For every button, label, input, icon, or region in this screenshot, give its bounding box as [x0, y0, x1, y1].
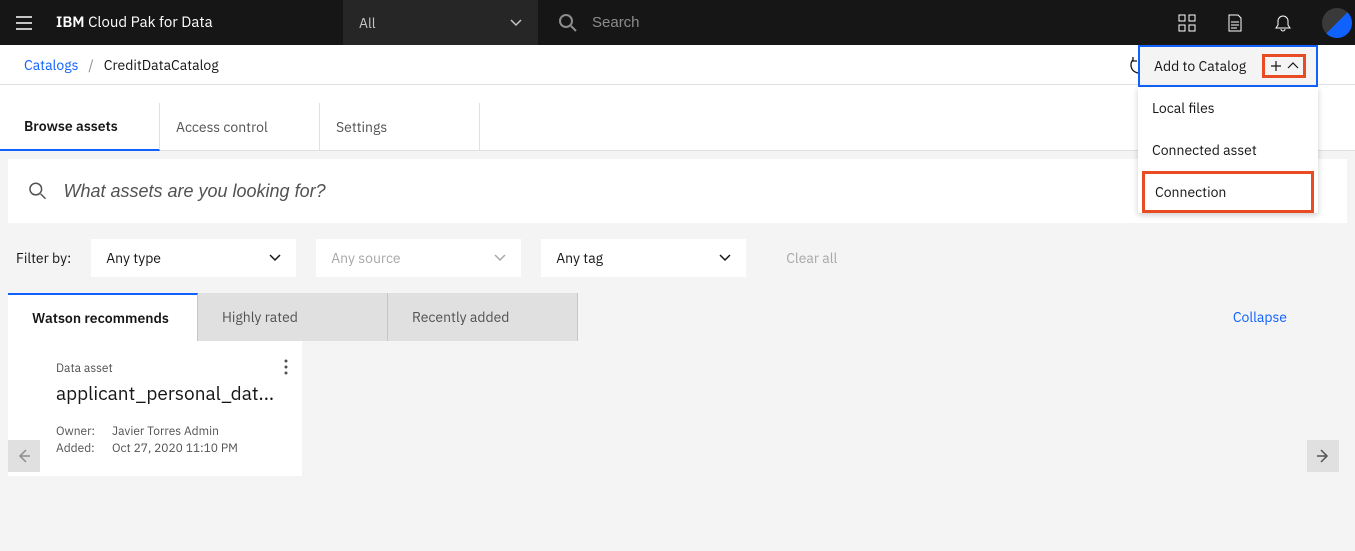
scope-dropdown[interactable]: All — [343, 0, 538, 45]
tab-recently-added[interactable]: Recently added — [388, 293, 578, 341]
chevron-up-icon — [1287, 62, 1299, 70]
search-icon — [28, 181, 47, 201]
add-to-catalog-menu: Local files Connected asset Connection — [1138, 87, 1318, 213]
menu-item-connected-asset[interactable]: Connected asset — [1138, 129, 1318, 171]
chevron-down-icon — [494, 254, 506, 262]
asset-meta: Owner: Javier Torres Admin Added: Oct 27… — [56, 424, 282, 456]
menu-item-connection[interactable]: Connection — [1142, 171, 1314, 213]
add-to-catalog-icons — [1262, 54, 1306, 78]
breadcrumb: Catalogs / CreditDataCatalog — [24, 56, 219, 74]
tab-settings[interactable]: Settings — [320, 103, 480, 150]
breadcrumb-current: CreditDataCatalog — [104, 56, 219, 74]
apps-button[interactable] — [1163, 0, 1211, 45]
tab-access-control[interactable]: Access control — [160, 103, 320, 150]
filter-by-label: Filter by: — [16, 249, 71, 267]
asset-card-menu[interactable] — [284, 359, 288, 375]
tab-watson-recommends[interactable]: Watson recommends — [8, 293, 198, 341]
owner-value: Javier Torres Admin — [112, 424, 282, 439]
bell-icon — [1274, 14, 1292, 32]
recommendation-bar: Watson recommends Highly rated Recently … — [8, 293, 1347, 341]
carousel-prev[interactable] — [8, 440, 40, 472]
document-button[interactable] — [1211, 0, 1259, 45]
chevron-down-icon — [510, 19, 522, 27]
filter-type-label: Any type — [106, 249, 161, 267]
clear-all-button[interactable]: Clear all — [786, 249, 837, 267]
filter-tag-label: Any tag — [556, 249, 603, 267]
breadcrumb-separator: / — [88, 56, 93, 74]
arrow-left-icon — [16, 448, 32, 464]
hamburger-icon — [14, 13, 34, 33]
plus-icon — [1269, 59, 1283, 73]
asset-name: applicant_personal_dat... — [56, 382, 282, 406]
avatar — [1322, 8, 1352, 38]
filter-row: Filter by: Any type Any source Any tag C… — [8, 223, 1347, 293]
chevron-down-icon — [269, 254, 281, 262]
top-header: IBM Cloud Pak for Data All — [0, 0, 1355, 45]
owner-label: Owner: — [56, 424, 106, 439]
filter-type[interactable]: Any type — [91, 239, 296, 277]
filter-source-label: Any source — [331, 249, 400, 267]
brand-suffix: Cloud Pak for Data — [85, 13, 213, 32]
overflow-icon — [284, 359, 288, 375]
hamburger-menu[interactable] — [0, 0, 48, 45]
brand-prefix: IBM — [56, 13, 85, 32]
apps-icon — [1178, 14, 1196, 32]
scope-dropdown-label: All — [359, 14, 376, 32]
add-to-catalog-label: Add to Catalog — [1154, 57, 1246, 75]
chevron-down-icon — [719, 254, 731, 262]
add-to-catalog-button[interactable]: Add to Catalog — [1138, 45, 1318, 87]
arrow-right-icon — [1315, 448, 1331, 464]
global-search-input[interactable] — [592, 14, 892, 31]
asset-card[interactable]: Data asset applicant_personal_dat... Own… — [8, 341, 302, 476]
added-value: Oct 27, 2020 11:10 PM — [112, 441, 282, 456]
filter-source[interactable]: Any source — [316, 239, 521, 277]
tab-highly-rated[interactable]: Highly rated — [198, 293, 388, 341]
filter-tag[interactable]: Any tag — [541, 239, 746, 277]
avatar-button[interactable] — [1307, 0, 1355, 45]
asset-cards: Data asset applicant_personal_dat... Own… — [8, 341, 1347, 476]
search-icon — [558, 13, 578, 33]
document-icon — [1227, 14, 1243, 32]
add-to-catalog-dropdown: Add to Catalog Local files Connected ass… — [1138, 45, 1318, 217]
brand-label: IBM Cloud Pak for Data — [48, 13, 213, 32]
header-actions — [1163, 0, 1355, 45]
added-label: Added: — [56, 441, 106, 456]
breadcrumb-root[interactable]: Catalogs — [24, 56, 78, 74]
recommendation-tabs: Watson recommends Highly rated Recently … — [8, 293, 578, 341]
collapse-link[interactable]: Collapse — [1233, 308, 1347, 326]
menu-item-local-files[interactable]: Local files — [1138, 87, 1318, 129]
carousel-next[interactable] — [1307, 440, 1339, 472]
asset-type-label: Data asset — [56, 361, 282, 376]
tab-browse-assets[interactable]: Browse assets — [0, 103, 160, 151]
notifications-button[interactable] — [1259, 0, 1307, 45]
global-search[interactable] — [558, 13, 1163, 33]
